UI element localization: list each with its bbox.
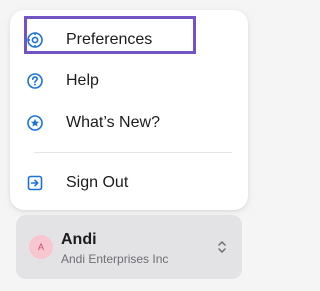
- menu-item-label: Preferences: [66, 31, 153, 48]
- account-name: Andi: [61, 231, 97, 248]
- menu-item-preferences[interactable]: Preferences: [25, 24, 152, 56]
- menu-item-sign-out[interactable]: Sign Out: [25, 167, 128, 199]
- account-menu: Preferences Help What’s New? Sign Out: [10, 10, 248, 210]
- account-switcher[interactable]: A Andi Andi Enterprises Inc: [16, 215, 242, 279]
- menu-divider: [34, 152, 232, 153]
- menu-item-whats-new[interactable]: What’s New?: [25, 107, 160, 139]
- settings-icon: [25, 30, 45, 50]
- chevron-up-down-icon: [216, 239, 228, 255]
- avatar: A: [29, 235, 53, 259]
- menu-item-help[interactable]: Help: [25, 65, 99, 97]
- sign-out-icon: [25, 173, 45, 193]
- menu-item-label: Sign Out: [66, 174, 129, 191]
- menu-item-label: Help: [66, 72, 99, 89]
- star-icon: [25, 113, 45, 133]
- menu-item-label: What’s New?: [66, 114, 160, 131]
- account-organization: Andi Enterprises Inc: [61, 252, 169, 266]
- help-icon: [25, 71, 45, 91]
